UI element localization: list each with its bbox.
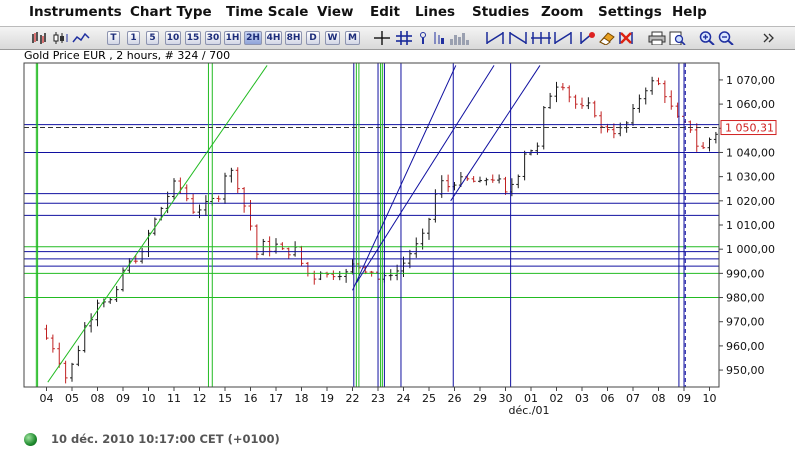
- x-tick-label: 29: [473, 392, 487, 405]
- connection-status-icon: [24, 433, 37, 446]
- green-trend-line[interactable]: [47, 65, 268, 383]
- x-tick-label: 17: [269, 392, 283, 405]
- x-tick-label: 03: [575, 392, 589, 405]
- x-tick-label: 02: [550, 392, 564, 405]
- x-tick-label: 12: [193, 392, 207, 405]
- plot-frame: [23, 62, 720, 388]
- x-tick-label: 24: [397, 392, 411, 405]
- y-tick-label: 960,00: [726, 340, 765, 353]
- y-tick-label: 970,00: [726, 316, 765, 329]
- y-tick-label: 1 000,00: [726, 243, 775, 256]
- y-tick-label: 1 020,00: [726, 195, 775, 208]
- x-tick-label: 18: [295, 392, 309, 405]
- y-tick-label: 1 030,00: [726, 171, 775, 184]
- x-tick-label: 08: [91, 392, 105, 405]
- y-tick-label: 980,00: [726, 292, 765, 305]
- current-price-label: 1 050,31: [725, 122, 774, 135]
- x-tick-label: 16: [244, 392, 258, 405]
- x-tick-label: 06: [601, 392, 615, 405]
- x-tick-label: 23: [371, 392, 385, 405]
- x-tick-label: 10: [142, 392, 156, 405]
- y-tick-label: 950,00: [726, 364, 765, 377]
- x-tick-label: 05: [65, 392, 79, 405]
- x-tick-label: 07: [626, 392, 640, 405]
- status-timestamp: 10 déc. 2010 10:17:00 CET (+0100): [51, 432, 280, 446]
- x-axis-label: déc./01: [509, 404, 550, 417]
- y-tick-label: 990,00: [726, 267, 765, 280]
- x-tick-label: 09: [677, 392, 691, 405]
- y-tick-label: 1 010,00: [726, 219, 775, 232]
- y-tick-label: 1 060,00: [726, 98, 775, 111]
- x-tick-label: 26: [448, 392, 462, 405]
- x-tick-label: 25: [422, 392, 436, 405]
- y-tick-label: 1 040,00: [726, 146, 775, 159]
- x-tick-label: 10: [703, 392, 717, 405]
- x-tick-label: 04: [40, 392, 54, 405]
- x-tick-label: 08: [652, 392, 666, 405]
- y-tick-label: 1 070,00: [726, 74, 775, 87]
- x-tick-label: 15: [218, 392, 232, 405]
- blue-trend-line[interactable]: [450, 65, 541, 202]
- blue-trend-line[interactable]: [352, 65, 457, 291]
- x-tick-label: 19: [320, 392, 334, 405]
- price-chart[interactable]: 950,00 960,00 970,00 980,00 990,00 1 000,00 1 …: [0, 0, 795, 430]
- x-tick-label: 22: [346, 392, 360, 405]
- blue-trend-line[interactable]: [355, 65, 495, 284]
- x-tick-label: 09: [116, 392, 130, 405]
- x-tick-label: 11: [167, 392, 181, 405]
